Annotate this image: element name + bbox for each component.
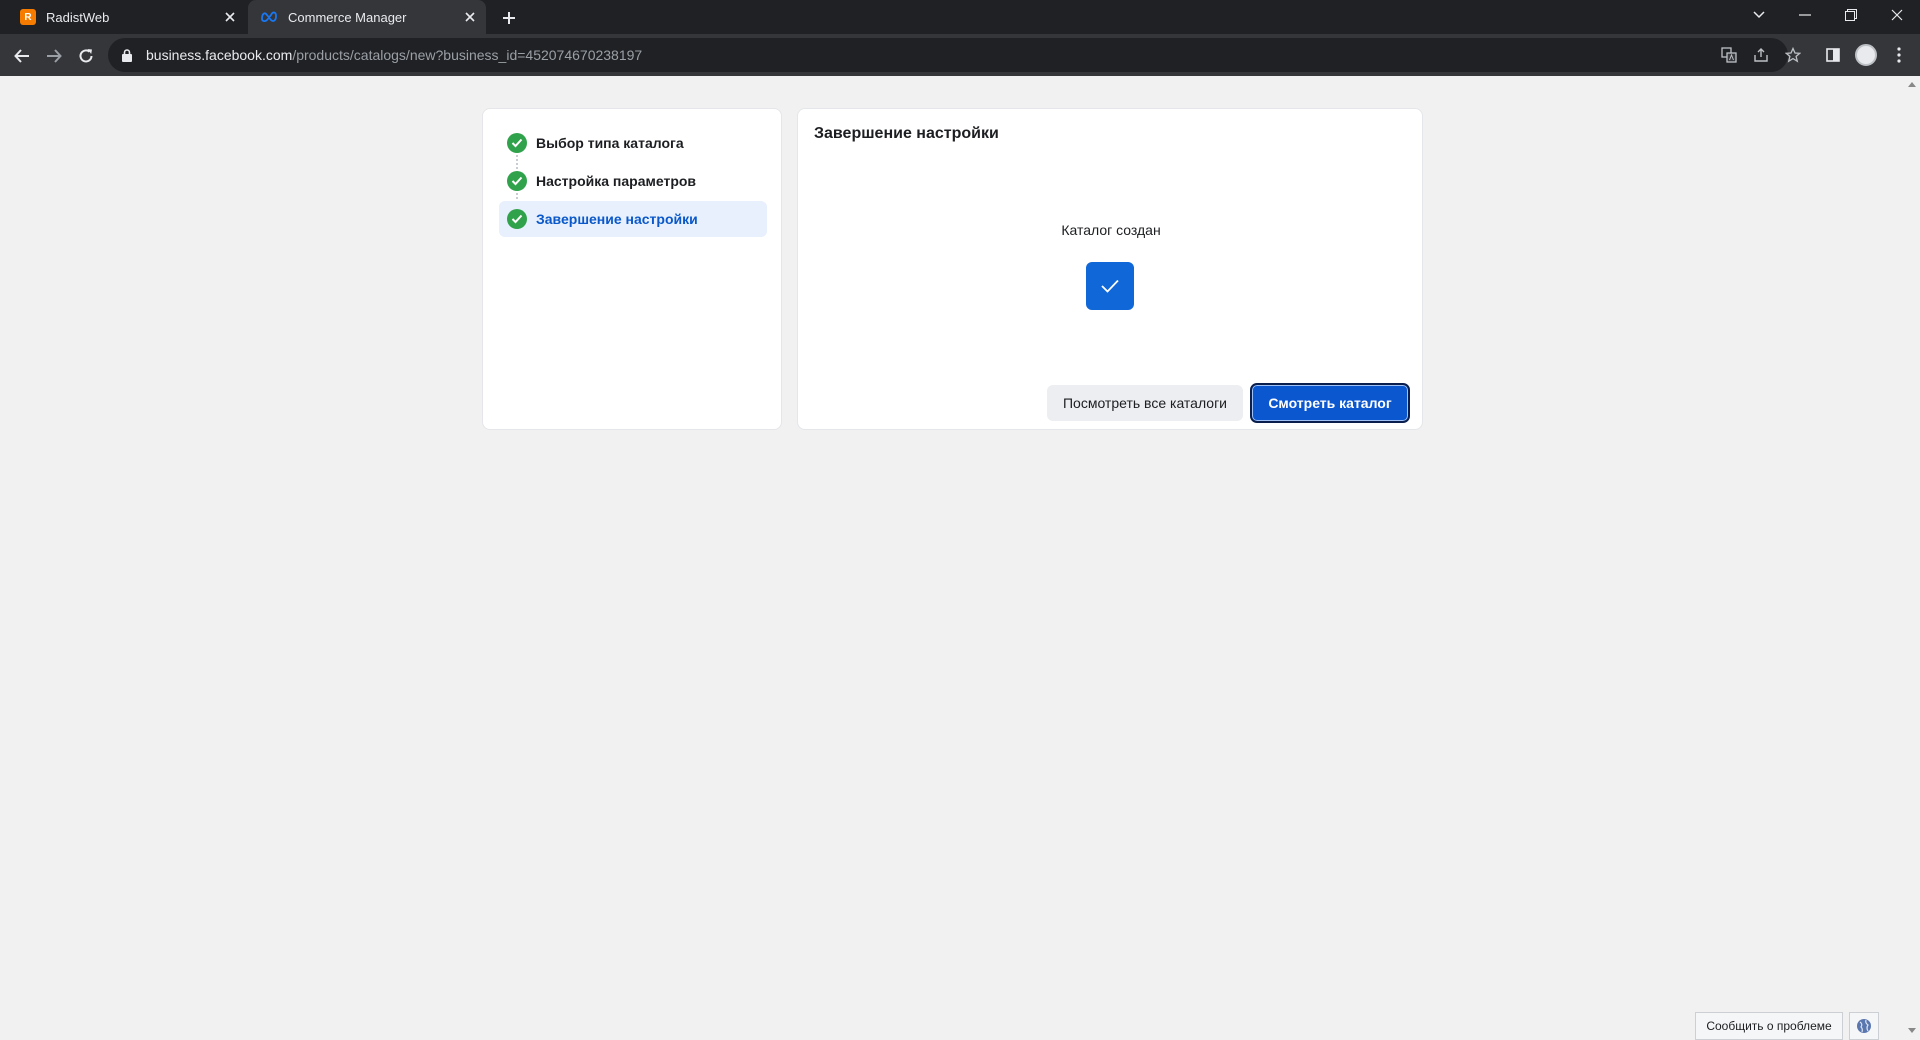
setup-steps-panel: Выбор типа каталога Настройка параметров…	[482, 108, 782, 430]
success-message: Каталог создан	[1061, 222, 1161, 238]
check-circle-icon	[507, 133, 527, 153]
finish-setup-panel: Завершение настройки Каталог создан Посм…	[797, 108, 1423, 430]
reload-icon	[79, 49, 93, 63]
report-problem-button[interactable]: Сообщить о проблеме	[1695, 1012, 1843, 1040]
meta-favicon-icon	[260, 10, 278, 25]
step-finish-setup[interactable]: Завершение настройки	[499, 201, 767, 237]
radistweb-favicon-icon: R	[20, 9, 36, 25]
restore-icon	[1845, 9, 1857, 21]
tab-search-button[interactable]	[1736, 0, 1782, 30]
step-label: Выбор типа каталога	[536, 135, 684, 151]
url-path: /products/catalogs/new?business_id=45207…	[292, 47, 643, 63]
tab-title: Commerce Manager	[288, 9, 407, 25]
checkmark-icon	[1086, 262, 1134, 310]
scroll-down-arrow-icon[interactable]	[1908, 1028, 1916, 1033]
star-icon	[1785, 47, 1801, 63]
browser-menu-button[interactable]	[1888, 44, 1910, 66]
lock-icon	[122, 48, 134, 62]
chevron-down-icon	[1753, 11, 1765, 19]
page-scrollbar[interactable]	[1905, 76, 1920, 1040]
page-title: Завершение настройки	[814, 125, 999, 142]
forward-button[interactable]	[40, 42, 68, 70]
close-tab-icon[interactable]	[220, 7, 240, 27]
close-icon	[1891, 9, 1903, 21]
arrow-right-icon	[47, 49, 62, 63]
side-panel-icon	[1826, 48, 1840, 62]
url-host: business.facebook.com	[146, 47, 293, 63]
view-catalog-button[interactable]: Смотреть каталог	[1250, 383, 1410, 423]
bookmark-button[interactable]	[1782, 44, 1804, 66]
restore-button[interactable]	[1828, 0, 1874, 30]
browser-tab-bar: R RadistWeb Commerce Manager	[0, 0, 1920, 34]
share-icon	[1754, 48, 1768, 62]
minimize-icon	[1799, 14, 1811, 16]
step-label: Настройка параметров	[536, 173, 697, 189]
tab-radistweb[interactable]: R RadistWeb	[8, 0, 246, 34]
new-tab-button[interactable]	[496, 5, 522, 31]
step-catalog-type[interactable]: Выбор типа каталога	[499, 125, 767, 161]
step-label: Завершение настройки	[536, 211, 698, 227]
tab-title: RadistWeb	[46, 9, 110, 25]
url-text: business.facebook.com/products/catalogs/…	[146, 47, 642, 63]
tab-commerce-manager[interactable]: Commerce Manager	[248, 0, 486, 34]
translate-icon	[1721, 47, 1737, 63]
step-parameters[interactable]: Настройка параметров	[499, 163, 767, 199]
language-button[interactable]	[1849, 1012, 1879, 1040]
view-all-catalogs-button[interactable]: Посмотреть все каталоги	[1047, 385, 1243, 421]
arrow-left-icon	[14, 49, 29, 63]
profile-avatar[interactable]	[1855, 44, 1877, 66]
plus-icon	[503, 12, 515, 24]
globe-icon	[1857, 1019, 1871, 1033]
side-panel-button[interactable]	[1822, 44, 1844, 66]
scroll-up-arrow-icon[interactable]	[1908, 82, 1916, 87]
address-bar[interactable]: business.facebook.com/products/catalogs/…	[108, 38, 1788, 72]
back-button[interactable]	[8, 42, 36, 70]
more-vertical-icon	[1897, 47, 1901, 63]
translate-button[interactable]	[1718, 44, 1740, 66]
close-window-button[interactable]	[1874, 0, 1920, 30]
close-tab-icon[interactable]	[460, 7, 480, 27]
check-circle-icon	[507, 209, 527, 229]
reload-button[interactable]	[72, 42, 100, 70]
minimize-button[interactable]	[1782, 0, 1828, 30]
browser-toolbar: business.facebook.com/products/catalogs/…	[0, 34, 1920, 76]
check-circle-icon	[507, 171, 527, 191]
share-button[interactable]	[1750, 44, 1772, 66]
